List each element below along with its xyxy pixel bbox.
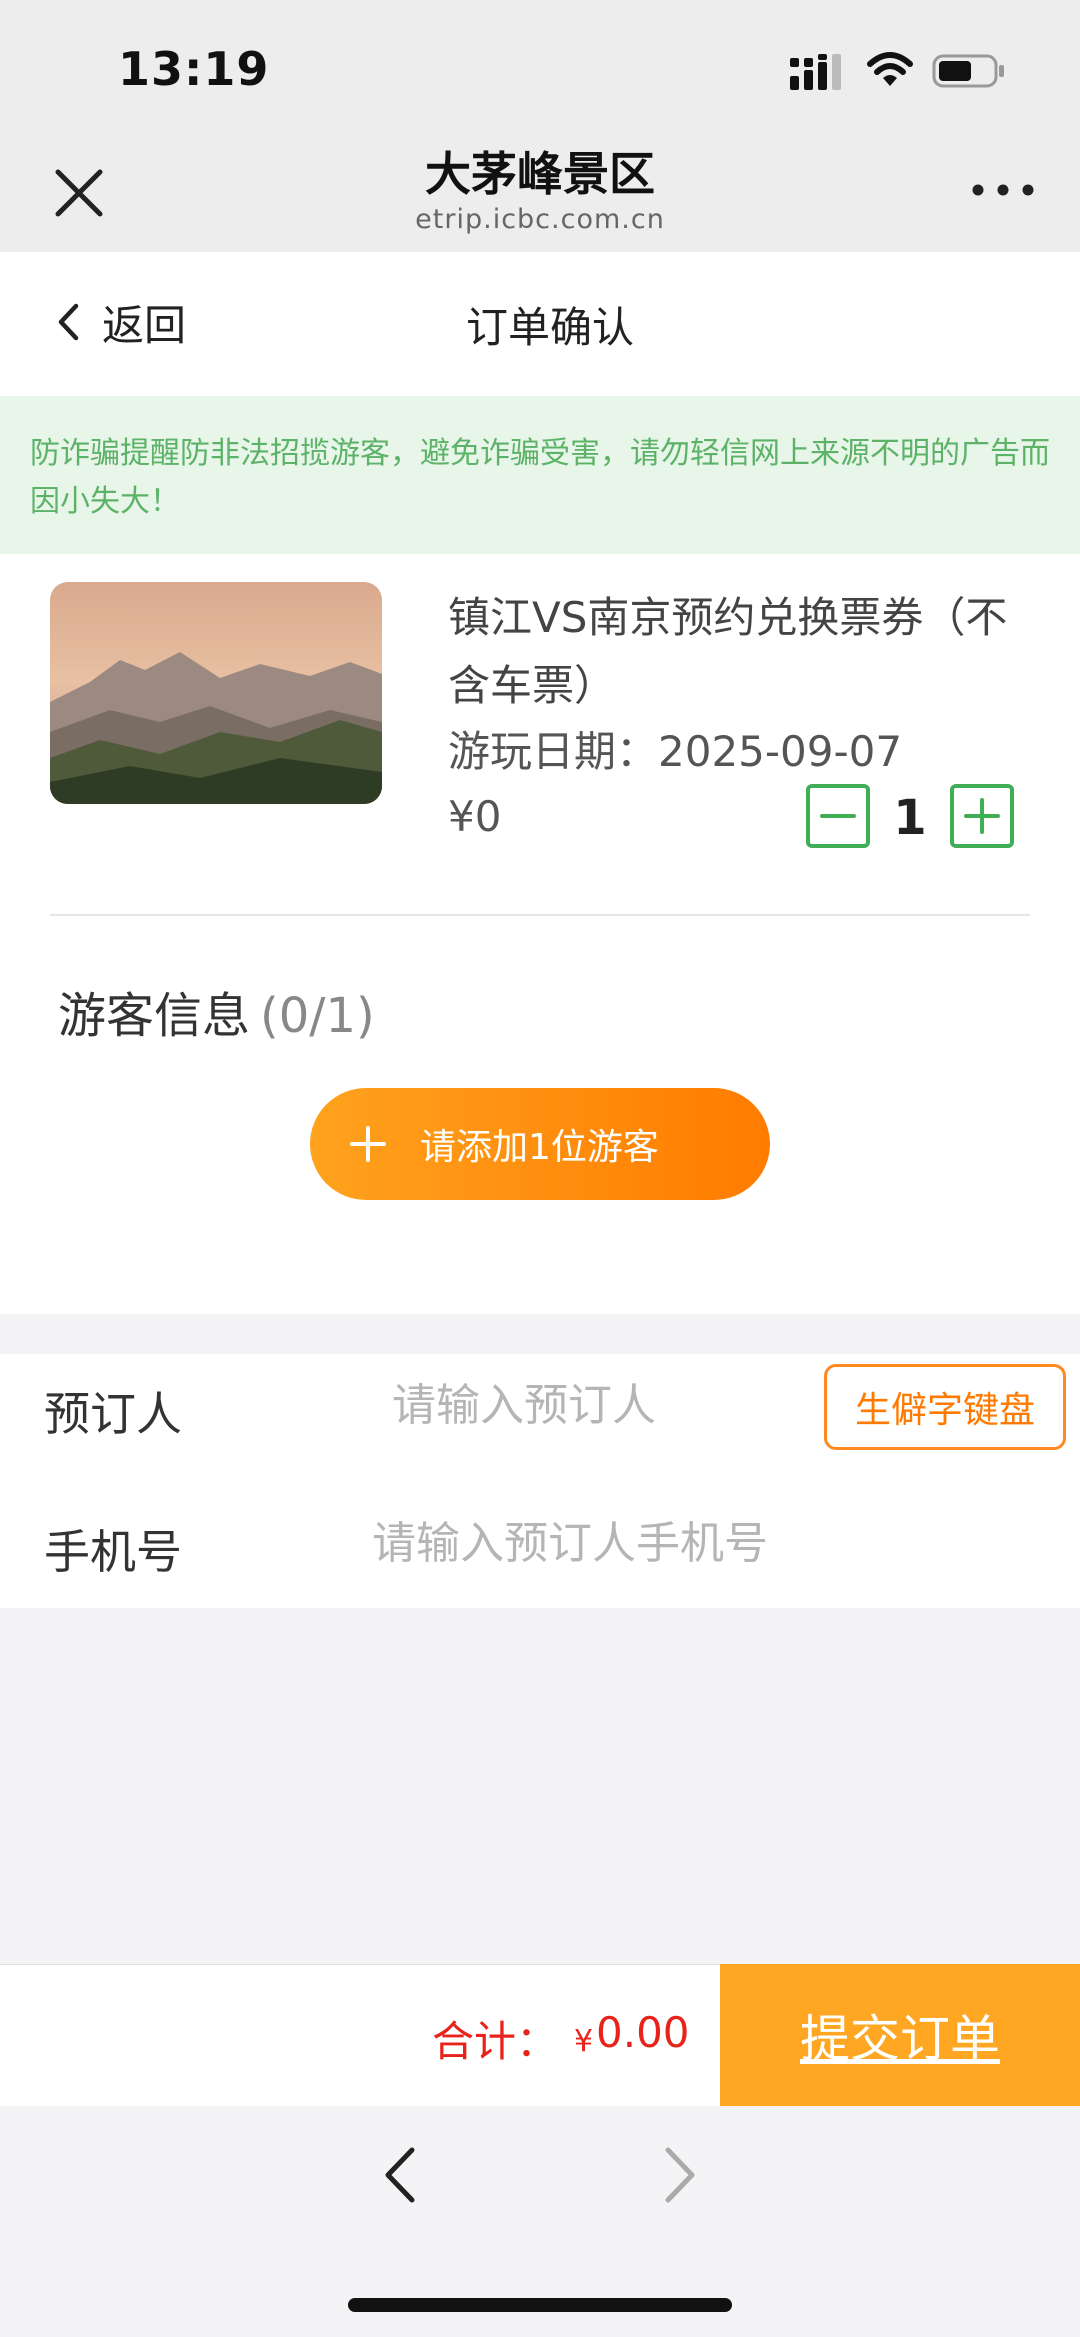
- battery-icon: [932, 54, 1004, 88]
- webview-title: 大茅峰景区 etrip.icbc.com.cn: [240, 144, 840, 236]
- plus-icon: [350, 1126, 386, 1162]
- quantity-increase-button[interactable]: [950, 784, 1014, 848]
- anti-fraud-notice: 防诈骗提醒防非法招揽游客，避免诈骗受害，请勿轻信网上来源不明的广告而因小失大！: [0, 396, 1080, 554]
- quantity-value: 1: [893, 790, 927, 846]
- more-icon[interactable]: [968, 170, 1038, 210]
- browser-back-icon[interactable]: [376, 2142, 426, 2208]
- visitor-info-label: 游客信息: [58, 988, 251, 1044]
- home-indicator: [348, 2298, 732, 2312]
- phone-input[interactable]: [372, 1508, 972, 1578]
- close-icon[interactable]: [50, 164, 108, 222]
- rare-character-keyboard-button[interactable]: 生僻字键盘: [824, 1364, 1066, 1450]
- add-visitor-button[interactable]: 请添加1位游客: [310, 1088, 770, 1200]
- play-date: 游玩日期：2025-09-07: [448, 727, 903, 776]
- webview-domain: etrip.icbc.com.cn: [415, 204, 665, 235]
- visitor-count: (0/1): [260, 988, 375, 1044]
- visitor-info-title: 游客信息 (0/1): [58, 976, 375, 1046]
- product-name: 镇江VS南京预约兑换票券（不含车票）: [448, 593, 1008, 710]
- submit-order-label: 提交订单: [800, 2010, 1000, 2068]
- total-label: 合计：: [432, 2017, 559, 2066]
- phone-label: 手机号: [44, 1525, 182, 1579]
- webview-title-text: 大茅峰景区: [425, 147, 655, 201]
- notice-text: 防诈骗提醒防非法招揽游客，避免诈骗受害，请勿轻信网上来源不明的广告而因小失大！: [30, 436, 1050, 519]
- divider: [50, 914, 1030, 916]
- cellular-signal-icon: [790, 54, 841, 90]
- page-title: 订单确认: [465, 303, 634, 352]
- chevron-left-icon: [58, 303, 79, 341]
- status-time: 13:19: [118, 42, 270, 96]
- product-image: [50, 582, 382, 804]
- booker-label: 预订人: [44, 1387, 182, 1441]
- back-label: 返回: [102, 300, 187, 350]
- total-value: 0.00: [596, 2008, 690, 2057]
- booker-input[interactable]: [392, 1370, 812, 1440]
- browser-forward-icon[interactable]: [654, 2142, 704, 2208]
- add-visitor-label: 请添加1位游客: [420, 1127, 659, 1168]
- submit-order-button[interactable]: 提交订单: [720, 1964, 1080, 2106]
- total-currency: ¥: [574, 2024, 594, 2059]
- back-button[interactable]: 返回: [56, 292, 186, 352]
- wifi-icon: [867, 52, 913, 86]
- product-price: ¥0: [448, 792, 502, 841]
- quantity-decrease-button[interactable]: [806, 784, 870, 848]
